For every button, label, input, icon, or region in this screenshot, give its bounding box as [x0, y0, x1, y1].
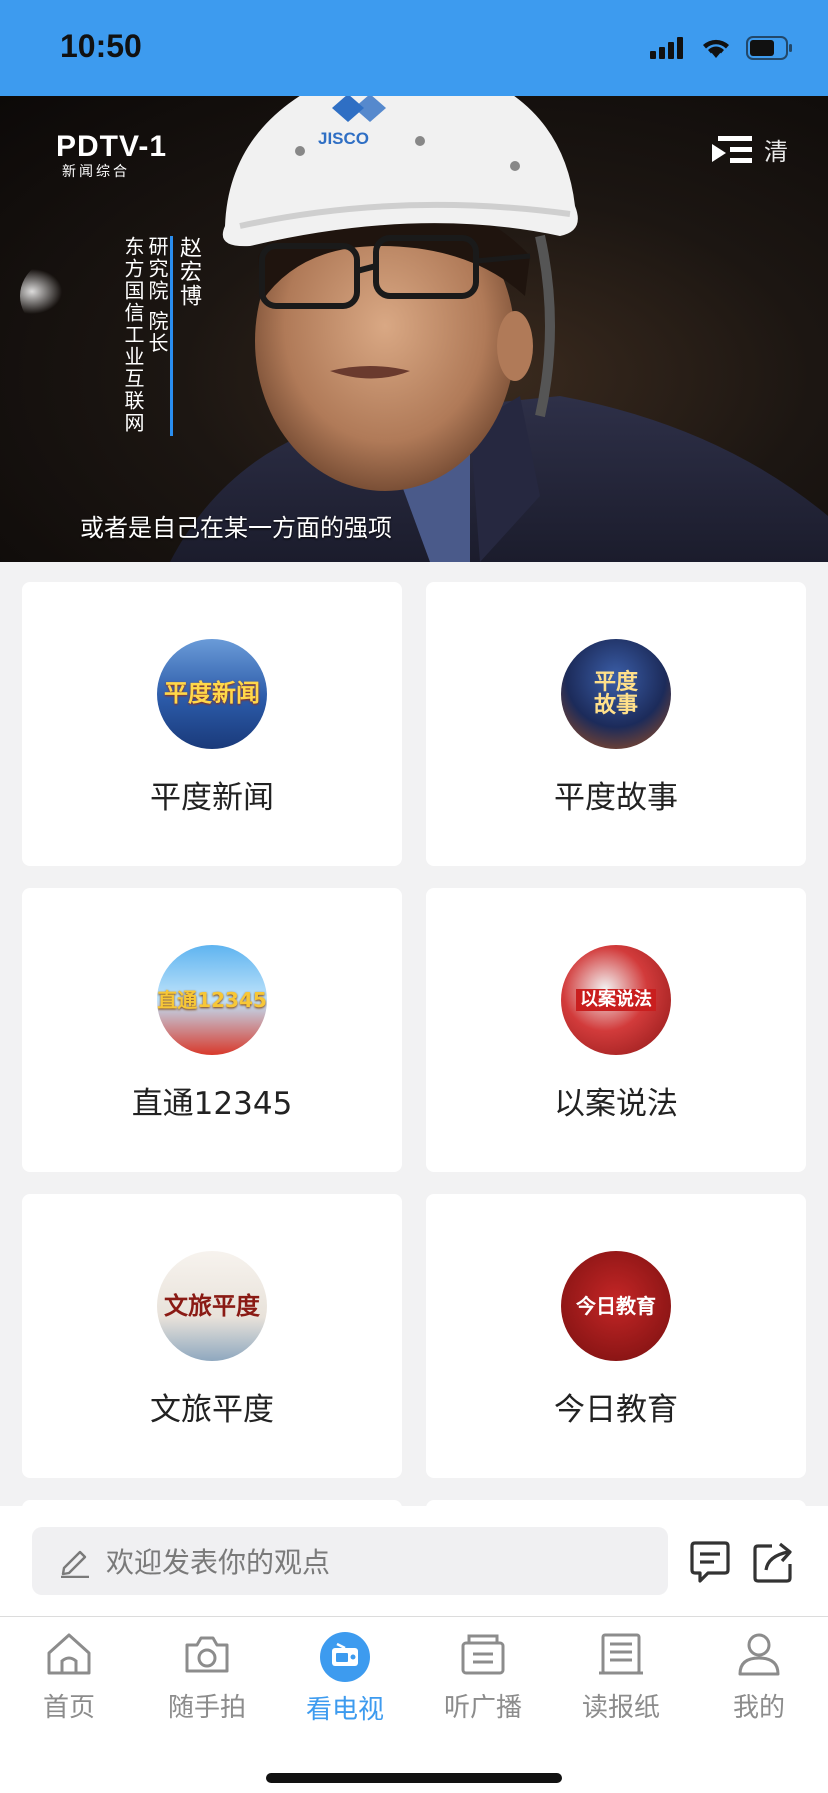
person-title: 研究院 院长 — [145, 236, 169, 355]
channel-name: PDTV-1 — [56, 130, 168, 163]
radio-icon — [461, 1634, 505, 1675]
program-card-hotline-12345[interactable]: 直通12345 直通12345 — [22, 888, 402, 1172]
program-card-today-education[interactable]: 今日教育 今日教育 — [426, 1194, 806, 1478]
tab-label: 听广播 — [443, 1693, 522, 1723]
name-divider — [170, 236, 173, 436]
program-thumbnail: 平度新闻 — [157, 639, 267, 749]
program-thumbnail: 以案说法 — [561, 945, 671, 1055]
tv-icon — [320, 1632, 370, 1682]
program-card-pingdu-news[interactable]: 平度新闻 平度新闻 — [22, 582, 402, 866]
status-icons — [650, 36, 794, 60]
program-label: 今日教育 — [554, 1392, 678, 1428]
camera-icon — [185, 1636, 229, 1673]
tab-label: 首页 — [42, 1693, 95, 1723]
tab-label: 我的 — [732, 1693, 785, 1723]
pencil-icon — [61, 1550, 89, 1578]
tab-label: 读报纸 — [581, 1693, 660, 1723]
tab-home[interactable]: 首页 — [0, 1631, 138, 1724]
program-label: 平度故事 — [554, 780, 678, 816]
home-icon — [47, 1633, 91, 1675]
video-subtitle: 或者是自己在某一方面的强项 — [80, 514, 392, 542]
quality-label: 清 — [764, 138, 788, 166]
status-bar: 10:50 — [0, 0, 828, 96]
cellular-signal-icon — [650, 37, 683, 59]
program-thumbnail: 今日教育 — [561, 1251, 671, 1361]
person-org: 东方国信工业互联网 — [121, 236, 145, 434]
program-card-pingdu-stories[interactable]: 平度故事 平度故事 — [426, 582, 806, 866]
program-card-law-cases[interactable]: 以案说法 以案说法 — [426, 888, 806, 1172]
svg-text:JISCO: JISCO — [318, 129, 369, 148]
battery-icon — [746, 36, 792, 60]
newspaper-icon — [599, 1633, 643, 1675]
program-card-culture-tourism[interactable]: 文旅平度 文旅平度 — [22, 1194, 402, 1478]
tab-label: 看电视 — [305, 1695, 384, 1725]
share-icon[interactable] — [752, 1540, 796, 1584]
quality-switch[interactable]: 清 — [712, 132, 788, 167]
program-thumbnail: 平度故事 — [561, 639, 671, 749]
video-player[interactable]: JISCO PDTV-1 新闻综合 清 赵宏博 研究院 院长 东方国信工业互联网… — [0, 96, 828, 562]
channel-logo: PDTV-1 新闻综合 — [56, 132, 167, 180]
channel-subtitle: 新闻综合 — [62, 163, 130, 179]
wifi-icon — [703, 39, 729, 58]
comment-input[interactable]: 欢迎发表你的观点 — [32, 1527, 668, 1595]
program-label: 直通12345 — [131, 1086, 293, 1122]
program-label: 以案说法 — [554, 1086, 678, 1122]
comment-placeholder: 欢迎发表你的观点 — [106, 1546, 331, 1579]
program-thumbnail: 文旅平度 — [157, 1251, 267, 1361]
tab-newspaper[interactable]: 读报纸 — [552, 1631, 690, 1724]
helmet-logo-text: JISCO — [318, 129, 369, 148]
program-label: 文旅平度 — [150, 1392, 274, 1428]
program-thumbnail: 直通12345 — [157, 945, 267, 1055]
comment-bar: 欢迎发表你的观点 — [0, 1506, 828, 1616]
status-time: 10:50 — [60, 28, 142, 64]
user-icon — [738, 1633, 780, 1676]
bottom-tab-bar: 首页 随手拍 看电视 听广播 读报纸 我的 — [0, 1616, 828, 1793]
tab-snapshot[interactable]: 随手拍 — [138, 1631, 276, 1724]
comments-icon[interactable] — [688, 1540, 732, 1584]
home-indicator[interactable] — [266, 1773, 562, 1783]
playlist-icon — [712, 135, 752, 163]
person-name: 赵宏博 — [176, 236, 201, 308]
tab-watch-tv[interactable]: 看电视 — [276, 1631, 414, 1726]
tab-mine[interactable]: 我的 — [690, 1631, 828, 1724]
program-label: 平度新闻 — [150, 780, 274, 816]
tab-label: 随手拍 — [167, 1693, 246, 1723]
tab-radio[interactable]: 听广播 — [414, 1631, 552, 1724]
